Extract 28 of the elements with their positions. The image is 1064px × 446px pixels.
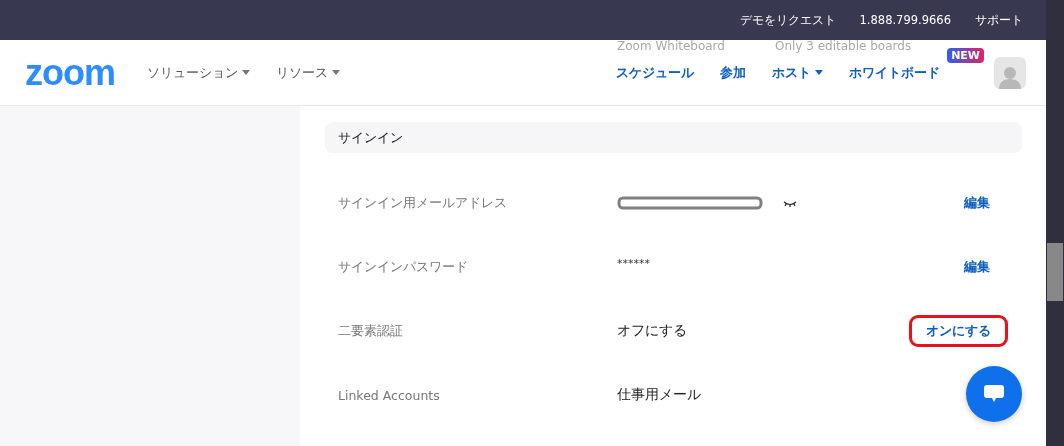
scrollbar-thumb[interactable] <box>1047 243 1063 301</box>
row-action-link[interactable]: 編集 <box>960 252 994 282</box>
row-action-link[interactable]: 編集 <box>960 188 994 218</box>
scrollbar[interactable] <box>1046 0 1064 446</box>
faded-notice-text: Only 3 editable boards <box>774 39 912 53</box>
top-link[interactable]: サポート <box>975 12 1023 28</box>
setting-value: ****** <box>617 256 650 270</box>
top-link[interactable]: 1.888.799.9666 <box>859 13 951 27</box>
setting-label: サインインパスワード <box>338 258 469 276</box>
row-action-link[interactable]: オンにする <box>909 315 1008 347</box>
nav-link[interactable]: 参加 <box>720 63 746 82</box>
setting-label: Linked Accounts <box>338 387 441 403</box>
nav-link[interactable]: スケジュール <box>616 63 694 82</box>
chat-button[interactable] <box>966 366 1022 422</box>
zoom-logo[interactable]: zoom <box>25 54 115 91</box>
nav-menu[interactable]: リソース <box>276 63 340 82</box>
closed-eye-icon[interactable] <box>783 200 797 208</box>
chat-bubble-icon <box>984 385 1004 403</box>
nav-link[interactable]: ホスト <box>772 63 823 82</box>
setting-label: サインイン用メールアドレス <box>338 194 508 212</box>
setting-value: オフにする <box>617 322 687 340</box>
new-badge: NEW <box>947 47 984 63</box>
section-header: サインイン <box>325 122 1022 153</box>
nav-menu[interactable]: ソリューション <box>147 63 250 82</box>
faded-notice-text: Zoom Whiteboard <box>617 39 725 53</box>
top-link[interactable]: デモをリクエスト <box>739 12 836 28</box>
setting-label: 二要素認証 <box>338 322 404 340</box>
setting-value: 仕事用メール <box>617 386 701 404</box>
